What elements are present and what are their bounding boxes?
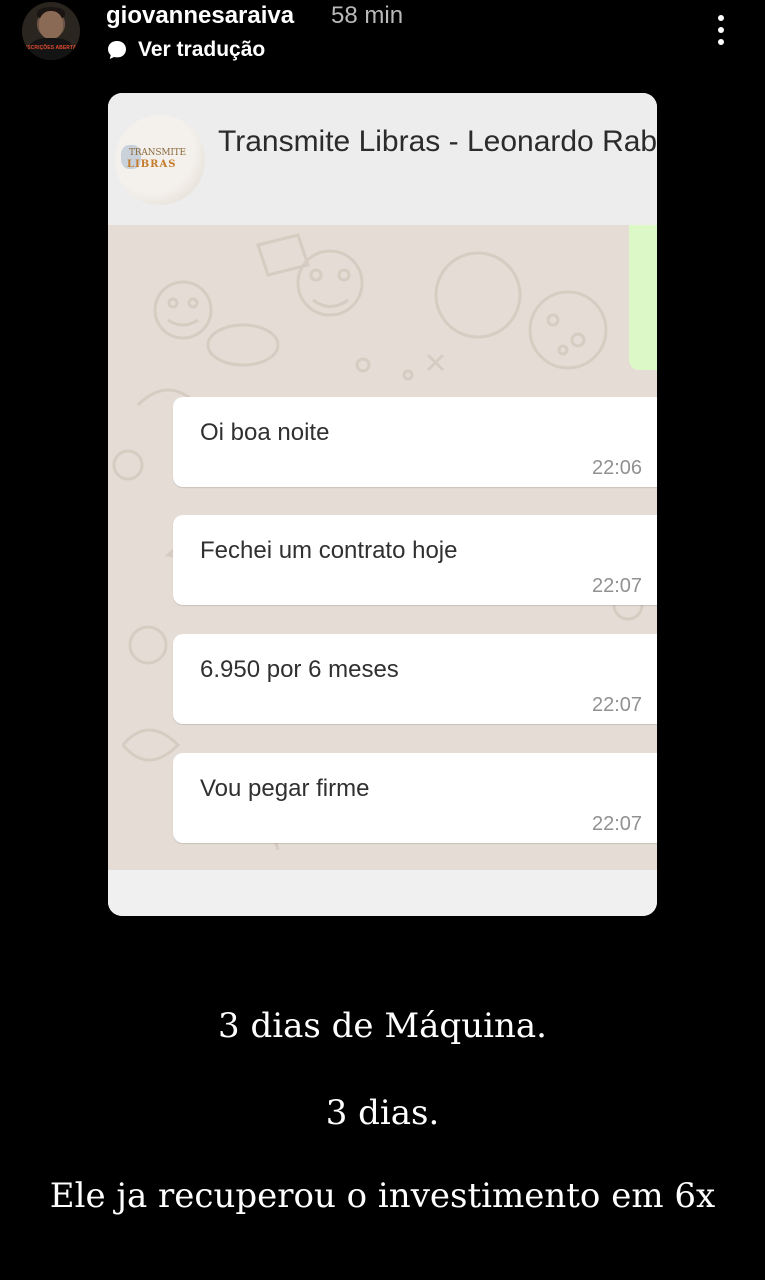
message-time: 22:07 <box>592 575 643 597</box>
dot <box>718 15 724 21</box>
message-bubble: 6.950 por 6 meses 22:07 <box>173 634 657 724</box>
group-avatar: TRANSMITE LIBRAS <box>115 115 205 205</box>
translate-icon <box>108 41 126 59</box>
message-time: 22:07 <box>592 813 643 835</box>
avatar-face <box>39 11 63 39</box>
avatar-badge: INSCRIÇÕES ABERTAS <box>22 45 80 51</box>
chat-footer <box>108 870 657 916</box>
sent-message-bubble <box>629 225 657 370</box>
message-time: 22:06 <box>592 457 643 479</box>
message-bubble: Vou pegar firme 22:07 <box>173 753 657 843</box>
message-text: 6.950 por 6 meses <box>200 656 399 683</box>
message-text: Vou pegar firme <box>200 775 370 802</box>
post-time: 58 min <box>331 2 404 29</box>
story-caption-line-2: 3 dias. <box>325 1093 440 1133</box>
chat-screenshot: TRANSMITE LIBRAS Transmite Libras - Leon… <box>108 93 657 916</box>
message-text: Fechei um contrato hoje <box>200 537 458 564</box>
message-bubble: Oi boa noite 22:06 <box>173 397 657 487</box>
message-time: 22:07 <box>592 694 643 716</box>
message-text: Oi boa noite <box>200 419 330 446</box>
dot <box>718 39 724 45</box>
story-caption-line-3: Ele ja recuperou o investimento em 6x <box>49 1176 716 1216</box>
more-options-icon[interactable] <box>706 12 736 48</box>
profile-avatar[interactable]: INSCRIÇÕES ABERTAS <box>22 2 80 60</box>
message-bubble: Fechei um contrato hoje 22:07 <box>173 515 657 605</box>
avatar-logo-text: TRANSMITE <box>129 148 186 158</box>
story-caption-line-1: 3 dias de Máquina. <box>218 1006 547 1046</box>
see-translation-button[interactable]: Ver tradução <box>106 38 265 62</box>
avatar-logo-text: LIBRAS <box>127 159 177 170</box>
username[interactable]: giovannesaraiva <box>106 2 294 30</box>
chat-header: TRANSMITE LIBRAS Transmite Libras - Leon… <box>108 93 657 225</box>
see-translation-label: Ver tradução <box>138 38 266 61</box>
chat-title: Transmite Libras - Leonardo Rab <box>218 125 657 158</box>
dot <box>718 27 724 33</box>
